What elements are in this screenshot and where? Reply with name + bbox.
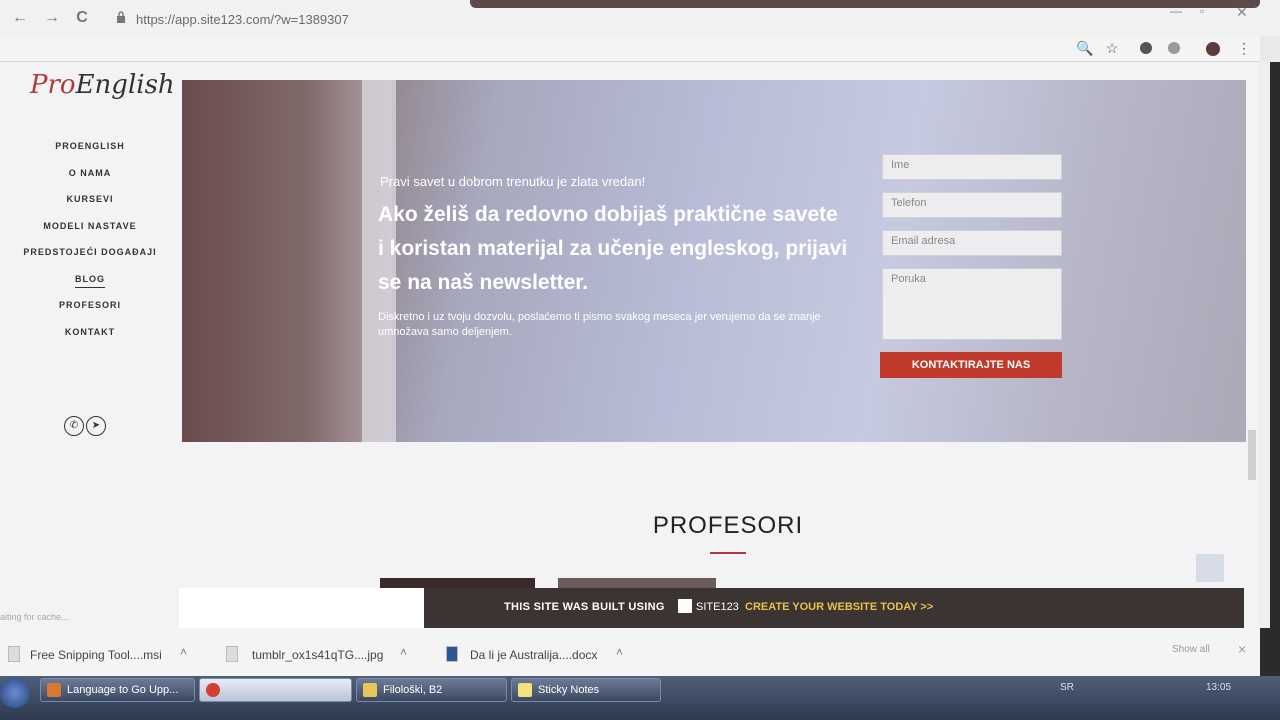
file-icon [8, 646, 20, 662]
language-indicator[interactable]: SR [1060, 682, 1074, 693]
app-icon [47, 683, 61, 697]
close-icon[interactable]: × [1238, 641, 1246, 657]
banner-cta-link[interactable]: CREATE YOUR WEBSITE TODAY >> [745, 601, 933, 613]
banner-brand: SITE123 [696, 601, 739, 613]
site-logo[interactable]: ProEnglish [30, 70, 175, 100]
chrome-icon [206, 683, 220, 697]
extension-icon[interactable] [1140, 42, 1152, 54]
url-field[interactable]: https://app.site123.com/?w=1389307 [136, 12, 349, 27]
profile-avatar[interactable] [1206, 42, 1220, 56]
minimize-icon[interactable]: — [1170, 4, 1182, 18]
page-scrollbar[interactable] [1258, 62, 1270, 628]
back-button[interactable]: ← [10, 8, 30, 28]
image-file-icon [226, 646, 238, 662]
word-file-icon [446, 646, 458, 662]
folder-icon [363, 683, 377, 697]
browser-toolbar [0, 36, 1260, 62]
phone-icon[interactable]: ✆ [64, 416, 84, 436]
show-all-link[interactable]: Show all [1172, 644, 1210, 655]
contact-submit-button[interactable]: KONTAKTIRAJTE NAS [880, 352, 1062, 378]
location-icon[interactable]: ➤ [86, 416, 106, 436]
menu-item-profesori[interactable]: PROFESORI [0, 299, 180, 326]
email-field[interactable]: Email adresa [882, 230, 1062, 256]
phone-field[interactable]: Telefon [882, 192, 1062, 218]
start-button[interactable] [0, 678, 30, 708]
hero-subtitle: Pravi savet u dobrom trenutku je zlata v… [380, 174, 646, 189]
scroll-thumb[interactable] [1248, 430, 1256, 480]
star-icon[interactable]: ☆ [1104, 40, 1120, 56]
hero-title: Ako želiš da redovno dobijaš praktične s… [378, 203, 848, 294]
taskbar-item[interactable]: Filološki, B2 [356, 678, 507, 702]
menu-dots-icon[interactable]: ⋮ [1236, 40, 1252, 56]
banner-text: THIS SITE WAS BUILT USING [504, 601, 665, 613]
menu-item-o-nama[interactable]: O NAMA [0, 167, 180, 194]
web-page: ProEnglish PROENGLISH O NAMA KURSEVI MOD… [0, 62, 1258, 628]
banner-overlay [179, 588, 424, 628]
taskbar-item-chrome[interactable] [199, 678, 352, 702]
tab-strip [470, 0, 1260, 8]
menu-item-dogadjaji[interactable]: PREDSTOJEĆI DOGAĐAJI [0, 246, 180, 273]
message-field[interactable]: Poruka [882, 268, 1062, 340]
site123-logo-icon [678, 599, 692, 613]
extension-icon-2[interactable] [1168, 42, 1180, 54]
clock[interactable]: 13:05 [1206, 682, 1231, 693]
hero-background-door [182, 80, 392, 442]
menu-item-kursevi[interactable]: KURSEVI [0, 193, 180, 220]
section-divider [710, 552, 746, 554]
taskbar-item[interactable]: Language to Go Upp... [40, 678, 195, 702]
close-icon[interactable]: ✕ [1236, 4, 1248, 21]
menu-item-proenglish[interactable]: PROENGLISH [0, 140, 180, 167]
forward-button[interactable]: → [42, 8, 62, 28]
maximize-icon[interactable]: ▫ [1200, 4, 1204, 18]
menu-item-blog[interactable]: BLOG [0, 273, 180, 300]
section-title: PROFESORI [652, 512, 804, 539]
download-item[interactable]: tumblr_ox1s41qTG....jpg [252, 648, 383, 662]
hero-description: Diskretno i uz tvoju dozvolu, poslaćemo … [378, 311, 821, 338]
menu-item-kontakt[interactable]: KONTAKT [0, 326, 180, 353]
downloads-bar [0, 628, 1260, 676]
menu-item-modeli-nastave[interactable]: MODELI NASTAVE [0, 220, 180, 247]
name-field[interactable]: Ime [882, 154, 1062, 180]
newsletter-hero: Pravi savet u dobrom trenutku je zlata v… [182, 80, 1246, 442]
reload-button[interactable]: C [72, 8, 92, 28]
chevron-up-icon[interactable]: ˄ [400, 645, 407, 659]
download-item[interactable]: Da li je Australija....docx [470, 648, 597, 662]
sticky-notes-icon [518, 683, 532, 697]
zoom-icon[interactable]: 🔍 [1076, 40, 1093, 56]
chevron-up-icon[interactable]: ˄ [616, 645, 623, 659]
status-text: aiting for cache... [0, 612, 69, 622]
chevron-up-icon[interactable]: ˄ [180, 645, 187, 659]
lock-icon [117, 11, 125, 23]
taskbar-item[interactable]: Sticky Notes [511, 678, 661, 702]
scroll-to-top-button[interactable] [1196, 554, 1224, 582]
download-item[interactable]: Free Snipping Tool....msi [30, 648, 162, 662]
site-menu: PROENGLISH O NAMA KURSEVI MODELI NASTAVE… [0, 140, 180, 352]
